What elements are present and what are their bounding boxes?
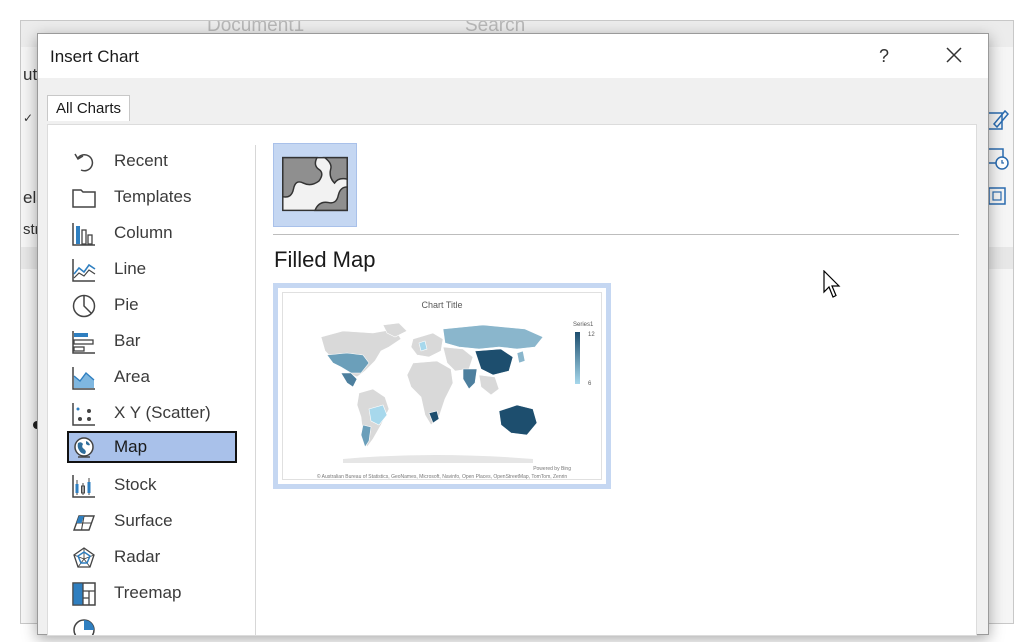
chart-type-list: Recent Templates Column Line Pie Bar Are… — [48, 125, 255, 635]
sidebar-item-recent[interactable]: Recent — [67, 145, 237, 177]
sidebar-item-label: Pie — [114, 295, 139, 314]
preview-legend-title: Series1 — [573, 322, 594, 328]
pie-chart-icon — [72, 294, 96, 318]
sidebar-item-bar[interactable]: Bar — [67, 325, 237, 357]
mouse-cursor-icon — [823, 270, 841, 298]
preview-attribution: © Australian Bureau of Statistics, GeoNa… — [316, 474, 568, 480]
dialog-title-bar: Insert Chart ? — [38, 34, 988, 78]
preview-legend-min: 6 — [588, 381, 592, 387]
sidebar-item-label: Recent — [114, 151, 168, 170]
sidebar-item-label: Column — [114, 223, 173, 242]
preview-chart-title: Chart Title — [421, 300, 463, 310]
world-map-graphic — [320, 322, 544, 463]
sidebar-item-treemap[interactable]: Treemap — [67, 577, 237, 609]
sidebar-item-label: Map — [114, 437, 148, 456]
surface-chart-icon — [73, 515, 95, 531]
sidebar-item-map[interactable]: Map — [67, 431, 237, 463]
sidebar-item-label: X Y (Scatter) — [114, 403, 211, 422]
sidebar-item-label: Stock — [114, 475, 157, 494]
scatter-chart-icon — [72, 403, 95, 426]
sidebar-item-label: Templates — [114, 187, 192, 206]
preview-canvas: Chart Title Series1 12 6 Powered by Bing… — [282, 292, 602, 480]
bar-chart-icon — [72, 331, 95, 354]
dialog-title: Insert Chart — [50, 47, 139, 66]
chevron-down-icon: ✓ — [23, 111, 34, 125]
sidebar-item-label: Radar — [114, 547, 161, 566]
help-button[interactable]: ? — [870, 42, 898, 70]
dialog-content: Recent Templates Column Line Pie Bar Are… — [47, 124, 977, 636]
folder-icon — [72, 189, 96, 208]
sidebar-item-line[interactable]: Line — [67, 253, 237, 285]
sidebar-item-stock[interactable]: Stock — [67, 469, 237, 501]
preview-legend-gradient — [575, 332, 580, 384]
sidebar-item-pie[interactable]: Pie — [67, 289, 237, 321]
chart-preview-area: Filled Map Chart Title Series1 12 6 Powe… — [256, 125, 976, 635]
sidebar-item-label: Line — [114, 259, 147, 278]
column-chart-icon — [72, 223, 95, 246]
background-ribbon-fragment: ut — [23, 65, 38, 84]
filled-map-preview[interactable]: Chart Title Series1 12 6 Powered by Bing… — [273, 283, 611, 489]
map-chart-icon — [74, 437, 94, 458]
tab-all-charts[interactable]: All Charts — [47, 95, 131, 121]
radar-chart-icon — [73, 547, 95, 568]
preview-separator — [273, 234, 959, 235]
sidebar-item-label: Bar — [114, 331, 141, 350]
sidebar-item-radar[interactable]: Radar — [67, 541, 237, 573]
recent-icon — [74, 153, 94, 172]
stock-chart-icon — [72, 475, 95, 498]
sidebar-item-area[interactable]: Area — [67, 361, 237, 393]
area-chart-icon — [72, 367, 95, 390]
sidebar-item-label: Area — [114, 367, 150, 386]
preview-legend-max: 12 — [588, 332, 595, 338]
insert-chart-dialog: Insert Chart ? All Charts Recent Templat… — [37, 33, 989, 636]
treemap-chart-icon — [72, 582, 96, 606]
sidebar-item-templates[interactable]: Templates — [67, 181, 237, 213]
sunburst-chart-icon — [73, 619, 95, 635]
chart-type-heading: Filled Map — [274, 247, 376, 272]
sidebar-item-partial[interactable] — [67, 613, 237, 635]
line-chart-icon — [72, 259, 96, 282]
sidebar-item-surface[interactable]: Surface — [67, 505, 237, 537]
sidebar-item-label: Treemap — [114, 583, 182, 602]
sidebar-item-label: Surface — [114, 511, 173, 530]
filled-map-thumbnail-icon — [282, 156, 348, 212]
preview-powered-by: Powered by Bing — [533, 466, 571, 472]
filled-map-subtype-thumbnail[interactable] — [273, 143, 357, 227]
close-icon[interactable] — [936, 40, 972, 72]
sidebar-item-scatter[interactable]: X Y (Scatter) — [67, 397, 237, 429]
sidebar-item-column[interactable]: Column — [67, 217, 237, 249]
